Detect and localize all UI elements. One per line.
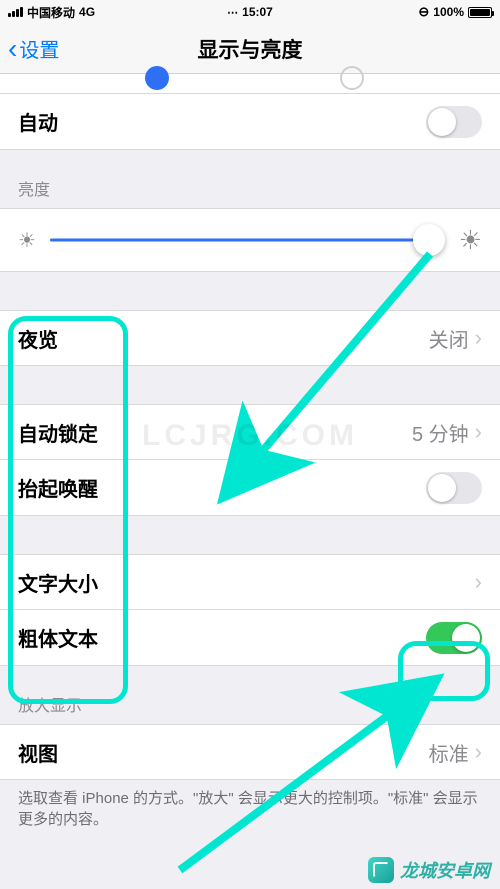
raise-to-wake-label: 抬起唤醒: [18, 473, 98, 502]
vpn-icon: ⋯: [227, 6, 238, 19]
time-label: 15:07: [242, 5, 273, 19]
text-size-row[interactable]: 文字大小 ›: [0, 554, 500, 610]
view-label: 视图: [18, 738, 58, 767]
chevron-left-icon: ‹: [8, 35, 17, 63]
appearance-row-partial: [0, 74, 500, 94]
sun-small-icon: ☀︎: [18, 228, 36, 253]
raise-to-wake-row[interactable]: 抬起唤醒: [0, 460, 500, 516]
auto-toggle[interactable]: [426, 106, 482, 138]
nav-bar: ‹ 设置 显示与亮度: [0, 24, 500, 74]
chevron-right-icon: ›: [475, 419, 482, 445]
status-bar: 中国移动 4G ⋯ 15:07 ⊖ 100%: [0, 0, 500, 24]
brightness-slider[interactable]: [50, 220, 445, 260]
network-label: 4G: [79, 5, 95, 19]
auto-lock-label: 自动锁定: [18, 418, 98, 447]
auto-lock-row[interactable]: 自动锁定 5 分钟 ›: [0, 404, 500, 460]
watermark-text: 龙城安卓网: [400, 857, 490, 883]
battery-pct: 100%: [433, 5, 464, 19]
status-left: 中国移动 4G: [8, 4, 95, 21]
carrier-label: 中国移动: [27, 4, 75, 21]
sun-large-icon: ☀︎: [459, 225, 482, 256]
selected-radio-icon[interactable]: [145, 66, 169, 90]
page-title: 显示与亮度: [198, 34, 303, 64]
text-size-label: 文字大小: [18, 568, 98, 597]
auto-lock-value: 5 分钟: [412, 418, 469, 447]
chevron-right-icon: ›: [475, 569, 482, 595]
chevron-right-icon: ›: [475, 739, 482, 765]
auto-appearance-row[interactable]: 自动: [0, 94, 500, 150]
signal-icon: [8, 7, 23, 17]
status-right: ⊖ 100%: [418, 4, 492, 20]
auto-label: 自动: [18, 107, 58, 136]
night-shift-label: 夜览: [18, 324, 58, 353]
night-shift-row[interactable]: 夜览 关闭 ›: [0, 310, 500, 366]
status-center: ⋯ 15:07: [227, 5, 273, 19]
back-button[interactable]: ‹ 设置: [8, 34, 59, 63]
bold-text-toggle[interactable]: [426, 622, 482, 654]
zoom-footer-text: 选取查看 iPhone 的方式。"放大" 会显示更大的控制项。"标准" 会显示更…: [0, 780, 500, 838]
unselected-radio-icon[interactable]: [340, 66, 364, 90]
watermark-logo-icon: [368, 857, 394, 883]
view-value: 标准: [429, 738, 469, 767]
battery-icon: [468, 7, 492, 18]
orientation-lock-icon: ⊖: [418, 4, 429, 20]
raise-to-wake-toggle[interactable]: [426, 472, 482, 504]
slider-thumb[interactable]: [413, 224, 445, 256]
back-label: 设置: [19, 34, 59, 63]
brightness-header: 亮度: [0, 150, 500, 208]
brightness-row: ☀︎ ☀︎: [0, 208, 500, 272]
view-row[interactable]: 视图 标准 ›: [0, 724, 500, 780]
watermark-bottom-right: 龙城安卓网: [368, 857, 490, 883]
bold-text-row[interactable]: 粗体文本: [0, 610, 500, 666]
zoom-header: 放大显示: [0, 666, 500, 724]
night-shift-value: 关闭: [429, 324, 469, 353]
chevron-right-icon: ›: [475, 325, 482, 351]
bold-text-label: 粗体文本: [18, 623, 98, 652]
